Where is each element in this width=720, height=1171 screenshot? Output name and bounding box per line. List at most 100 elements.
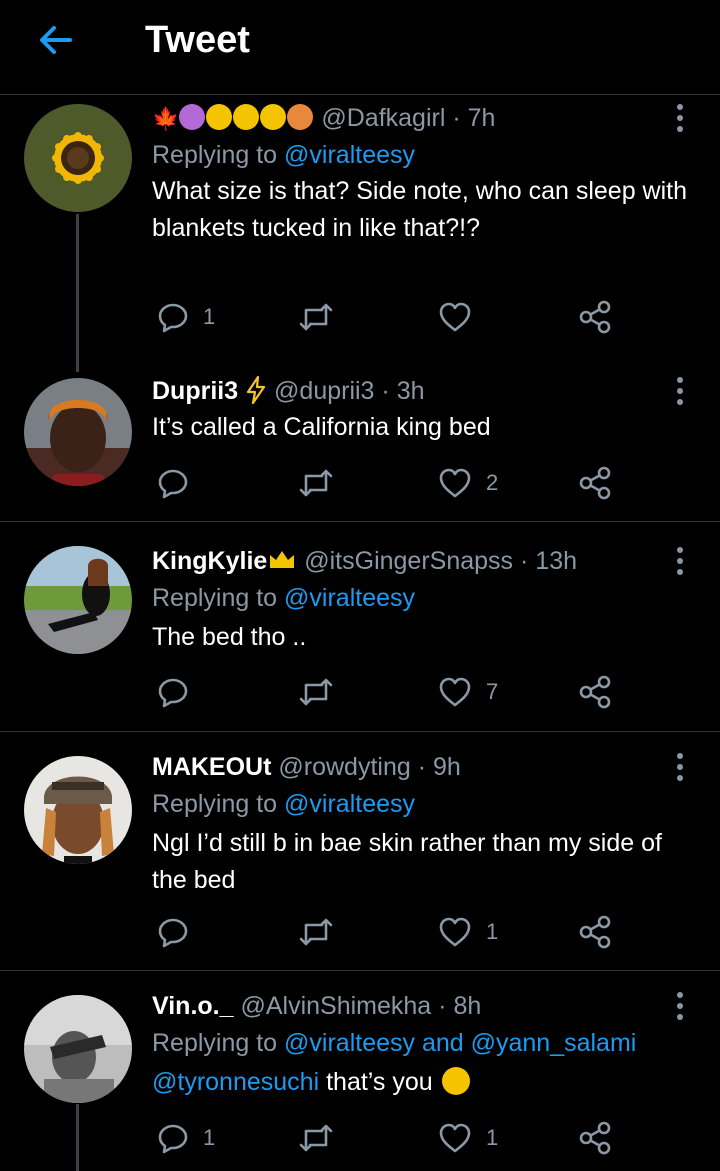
heart-icon	[439, 468, 471, 498]
more-button[interactable]	[668, 102, 692, 134]
user-name[interactable]: Vin.o._	[152, 992, 234, 1020]
tweet-time: · 9h	[417, 753, 461, 781]
tweet-time: · 8h	[438, 992, 482, 1020]
person-facepalming-icon	[287, 104, 314, 130]
retweet-button[interactable]	[298, 915, 334, 949]
tweet-text-line: @tyronnesuchi that’s you	[152, 1064, 697, 1101]
divider	[0, 521, 720, 522]
tweet-time: · 3h	[381, 377, 425, 405]
retweet-button[interactable]	[298, 675, 334, 709]
like-button[interactable]: 1	[438, 1121, 498, 1155]
tweet-text: Ngl I’d still b in bae skin rather than …	[152, 829, 662, 894]
avatar[interactable]	[24, 546, 132, 654]
share-button[interactable]	[578, 1121, 612, 1155]
reply-icon	[158, 678, 188, 708]
retweet-button[interactable]	[298, 466, 334, 500]
reply-button[interactable]: 1	[157, 1121, 215, 1155]
heart-icon	[439, 302, 471, 332]
tweet-text: that’s you	[326, 1068, 433, 1096]
reply-icon	[158, 303, 188, 333]
more-button[interactable]	[668, 990, 692, 1022]
more-button[interactable]	[668, 751, 692, 783]
reply-button[interactable]: 1	[157, 300, 215, 334]
replying-to: Replying to @viralteesy and @yann_salami	[152, 1028, 636, 1058]
page-title: Tweet	[145, 19, 250, 61]
share-button[interactable]	[578, 675, 612, 709]
share-icon	[579, 675, 611, 709]
like-button[interactable]: 7	[438, 675, 498, 709]
reply-count: 1	[203, 304, 216, 329]
reply-button[interactable]	[157, 466, 189, 500]
replying-to: Replying to @viralteesy	[152, 583, 415, 613]
retweet-button[interactable]	[298, 300, 334, 334]
replying-to-mention[interactable]: @viralteesy	[284, 584, 415, 612]
thread-line	[76, 214, 79, 372]
like-count: 1	[486, 919, 499, 944]
eye-roll-face-icon	[233, 104, 260, 130]
retweet-icon	[299, 1124, 333, 1152]
replying-to-mention[interactable]: @viralteesy and @yann_salami	[284, 1029, 636, 1057]
tweet-time: · 13h	[520, 547, 577, 575]
share-icon	[579, 1121, 611, 1155]
back-button[interactable]	[34, 18, 78, 62]
avatar[interactable]	[24, 995, 132, 1103]
user-name[interactable]: MAKEOUt	[152, 753, 271, 781]
tweet-time: · 7h	[452, 104, 496, 132]
user-handle[interactable]: @Dafkagirl	[321, 104, 445, 132]
like-button[interactable]	[438, 300, 472, 334]
replying-to: Replying to @viralteesy	[152, 789, 415, 819]
avatar[interactable]	[24, 756, 132, 864]
tweet-mention[interactable]: @tyronnesuchi	[152, 1068, 319, 1096]
tweet-meta: KingKylie @itsGingerSnapss · 13h	[152, 546, 577, 576]
like-count: 1	[486, 1125, 499, 1150]
share-icon	[579, 466, 611, 500]
share-button[interactable]	[578, 300, 612, 334]
user-name[interactable]: KingKylie	[152, 547, 267, 575]
user-handle[interactable]: @itsGingerSnapss	[304, 547, 513, 575]
retweet-icon	[299, 303, 333, 331]
lightning-icon	[246, 375, 266, 405]
maple-leaf-icon: 🍁	[152, 106, 180, 131]
reply-icon	[158, 469, 188, 499]
replying-to-label: Replying to	[152, 141, 278, 169]
user-handle[interactable]: @rowdyting	[278, 753, 410, 781]
avatar[interactable]	[24, 104, 132, 212]
like-button[interactable]: 2	[438, 466, 498, 500]
retweet-button[interactable]	[298, 1121, 334, 1155]
heart-icon	[439, 677, 471, 707]
like-count: 2	[486, 470, 499, 495]
replying-to-mention[interactable]: @viralteesy	[284, 141, 415, 169]
more-button[interactable]	[668, 545, 692, 577]
replying-to-label: Replying to	[152, 1029, 278, 1057]
replying-to: Replying to @viralteesy	[152, 140, 415, 170]
user-handle[interactable]: @duprii3	[274, 377, 374, 405]
reply-icon	[158, 1124, 188, 1154]
retweet-icon	[299, 678, 333, 706]
reply-count: 1	[203, 1125, 216, 1150]
share-icon	[579, 300, 611, 334]
tweet-meta: 🍁 @Dafkagirl · 7h	[152, 103, 495, 134]
user-emoji-name: 🍁	[152, 104, 321, 132]
rofl-face-icon	[260, 104, 287, 130]
thread-line	[76, 1104, 79, 1171]
reply-button[interactable]	[157, 675, 189, 709]
share-button[interactable]	[578, 466, 612, 500]
user-name[interactable]: Duprii3	[152, 377, 238, 405]
reply-button[interactable]	[157, 915, 189, 949]
app-header: Tweet	[0, 0, 720, 95]
more-button[interactable]	[668, 375, 692, 407]
user-handle[interactable]: @AlvinShimekha	[240, 992, 431, 1020]
thinking-face-icon	[206, 104, 233, 130]
share-button[interactable]	[578, 915, 612, 949]
crown-icon	[270, 551, 295, 568]
like-count: 7	[486, 679, 499, 704]
avatar[interactable]	[24, 378, 132, 486]
heart-icon	[439, 917, 471, 947]
replying-to-mention[interactable]: @viralteesy	[284, 790, 415, 818]
like-button[interactable]: 1	[438, 915, 498, 949]
replying-to-label: Replying to	[152, 790, 278, 818]
tweet-meta: MAKEOUt @rowdyting · 9h	[152, 752, 461, 782]
divider	[0, 731, 720, 732]
arrow-left-icon	[40, 26, 72, 54]
replying-to-label: Replying to	[152, 584, 278, 612]
